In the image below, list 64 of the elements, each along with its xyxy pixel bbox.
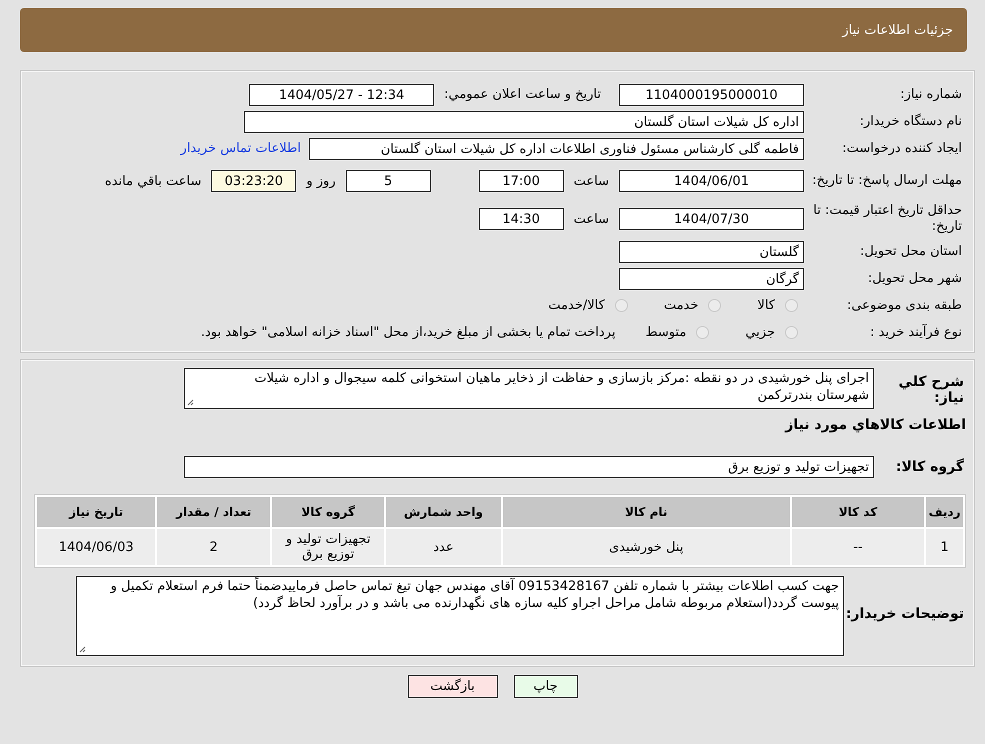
column-header: تعداد / مقدار	[157, 497, 270, 527]
column-header: رديف	[926, 497, 963, 527]
days-field: 5	[346, 170, 431, 192]
table-cell: 1404/06/03	[37, 529, 156, 565]
field-label: شهر محل تحویل:	[866, 270, 963, 286]
radio-label: خدمت	[664, 298, 698, 313]
buyer-field: اداره کل شیلات استان گلستان	[244, 110, 804, 132]
column-header: کد کالا	[792, 497, 924, 527]
field-label: تاریخ و ساعت اعلان عمومي:	[444, 87, 601, 102]
field-label: نوع فرآیند خرید :	[869, 324, 963, 340]
field-label: شماره نیاز:	[899, 86, 963, 102]
goods-group-field: تجهیزات تولید و توزیع برق	[184, 456, 874, 478]
page-title: جزئیات اطلاعات نیاز	[842, 22, 953, 38]
back-button[interactable]: بازگشت	[408, 675, 498, 698]
field-label: حداقل تاریخ اعتبار قیمت: تا تاریخ:	[812, 203, 963, 235]
column-header: تاريخ نياز	[37, 497, 156, 527]
radio-label: کالا/خدمت	[548, 298, 605, 313]
validity-time-field: 14:30	[478, 208, 564, 230]
table-cell: 1	[926, 529, 963, 565]
table-cell: عدد	[386, 529, 501, 565]
field-label: نام دستگاه خریدار:	[858, 114, 963, 130]
radio-button[interactable]	[708, 299, 722, 312]
time-label: ساعت	[574, 212, 609, 226]
creator-field: فاطمه گلی کارشناس مسئول فناوری اطلاعات اداره کل شیلات استان گلستان	[309, 138, 804, 160]
radio-label: جزيي	[745, 325, 775, 340]
radio-label: کالا	[757, 298, 775, 313]
deadline-time-field: 17:00	[478, 170, 564, 192]
column-header: واحد شمارش	[386, 497, 501, 527]
table-cell: پنل خورشیدی	[502, 529, 790, 565]
table-cell: تجهیزات تولید و توزیع برق	[272, 529, 384, 565]
radio-button[interactable]	[785, 299, 798, 312]
radio-button[interactable]	[696, 326, 710, 339]
print-button[interactable]: چاپ	[514, 675, 578, 698]
buyer-notes-textarea[interactable]: جهت کسب اطلاعات بیشتر با شماره تلفن 09153428167 آقای مهندس جهان تیغ تماس حاصل فرماییدضمناً حتما فرم استعلام تکمیل و پیوست گردد(استعلام مربوطه شامل مراحل اجراو کلیه سازه های نگهدارنده می باشد و در برآورد لحاظ گردد)	[76, 576, 844, 656]
resize-grip-icon	[79, 646, 86, 653]
column-header: نام کالا	[502, 497, 790, 527]
resize-grip-icon	[187, 399, 194, 406]
time-label: ساعت	[574, 174, 609, 188]
field-label: مهلت ارسال پاسخ: تا تاریخ:	[811, 173, 963, 189]
deadline-date-field: 1404/06/01	[619, 170, 804, 192]
field-label: ایجاد کننده درخواست:	[841, 140, 963, 156]
remaining-label: ساعت باقي مانده	[104, 174, 202, 188]
field-label: شرح کلي نياز:	[898, 373, 965, 406]
announce-date-field: 1404/05/27 - 12:34	[249, 84, 434, 106]
description-textarea[interactable]: اجرای پنل خورشیدی در دو نقطه :مرکز بازسازی و حفاظت از ذخایر ماهیان استخوانی کلمه سیجوال و اداره شیلات شهرستان بندرترکمن	[184, 368, 874, 409]
table-cell: 2	[157, 529, 270, 565]
section-heading: اطلاعات کالاهاي مورد نياز	[784, 416, 967, 435]
table-cell: --	[792, 529, 924, 565]
city-field: گرگان	[619, 268, 804, 290]
radio-button[interactable]	[614, 299, 628, 312]
field-label: استان محل تحویل:	[859, 244, 963, 260]
days-label: روز و	[306, 174, 336, 188]
province-field: گلستان	[619, 240, 804, 262]
field-label: گروه کالا:	[894, 458, 965, 474]
validity-date-field: 1404/07/30	[619, 208, 804, 230]
buyer-contact-link[interactable]: اطلاعات تماس خریدار	[180, 141, 301, 156]
column-header: گروه کالا	[272, 497, 384, 527]
radio-button[interactable]	[785, 326, 798, 339]
remaining-time-field: 03:23:20	[211, 170, 296, 192]
payment-note: پرداخت تمام یا بخشی از مبلغ خرید،از محل "اسناد خزانه اسلامی" خواهد بود.	[200, 325, 616, 340]
field-label: توضیحات خریدار:	[844, 605, 965, 622]
need-number-field: 1104000195000010	[619, 84, 804, 106]
field-label: طبقه بندی موضوعی:	[846, 298, 963, 314]
radio-label: متوسط	[645, 325, 686, 340]
